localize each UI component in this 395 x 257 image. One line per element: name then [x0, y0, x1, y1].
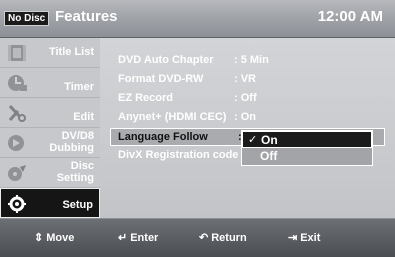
enter-icon: ↵ — [118, 232, 128, 244]
sidebar-item-disc-setting[interactable]: Disc Setting — [0, 158, 100, 188]
features-screen: No Disc Features 12:00 AM Title List Tim… — [0, 0, 395, 257]
header-bar: No Disc Features 12:00 AM — [0, 0, 395, 38]
sidebar-item-label-line1: DV/D8 — [61, 130, 94, 142]
setting-row-format-dvd-rw[interactable]: Format DVD-RW : VR — [100, 71, 395, 89]
setting-label: Language Follow — [118, 131, 208, 143]
setting-value: : VR — [234, 73, 256, 85]
dropdown-option-off[interactable]: Off — [242, 148, 372, 165]
sidebar-item-dubbing[interactable]: DV/D8 Dubbing — [0, 128, 100, 158]
check-icon: ✓ — [248, 134, 258, 146]
film-strip-icon — [8, 45, 26, 61]
exit-label: Exit — [300, 232, 321, 244]
enter-hint: ↵ Enter — [118, 231, 158, 244]
sidebar-item-title-list[interactable]: Title List — [0, 38, 100, 68]
sidebar-item-label: Setup — [62, 199, 93, 211]
clock-display: 12:00 AM — [317, 8, 383, 25]
setting-row-ez-record[interactable]: EZ Record : Off — [100, 90, 395, 108]
return-arrow-icon: ↶ — [199, 232, 209, 244]
sidebar-item-label-line2: Dubbing — [49, 142, 94, 154]
disc-icon — [8, 165, 26, 181]
sidebar-item-label-line1: Disc — [70, 160, 94, 172]
settings-list: DVD Auto Chapter : 5 Min Format DVD-RW :… — [100, 38, 395, 218]
exit-icon: ⇥ — [288, 232, 298, 244]
setting-label: Anynet+ (HDMI CEC) — [118, 111, 227, 123]
option-label: On — [261, 133, 278, 147]
setting-value: : On — [234, 111, 256, 123]
return-hint: ↶ Return — [199, 231, 247, 244]
sidebar-item-label: Timer — [64, 81, 94, 93]
sidebar-item-label-line2: Setting — [56, 172, 94, 184]
setting-label: DVD Auto Chapter — [118, 54, 214, 66]
dropdown-option-on[interactable]: ✓ On — [242, 131, 372, 148]
setting-row-anynet[interactable]: Anynet+ (HDMI CEC) : On — [100, 109, 395, 127]
gear-icon — [8, 195, 26, 213]
sidebar-item-label: Edit — [73, 111, 94, 123]
move-label: Move — [46, 232, 75, 244]
exit-hint: ⇥ Exit — [288, 231, 320, 244]
sidebar-item-timer[interactable]: Timer — [0, 68, 100, 98]
setting-value: : 5 Min — [234, 54, 269, 66]
sidebar: Title List Timer Edit DV/D8 Dubbing Disc… — [0, 38, 100, 218]
language-follow-dropdown[interactable]: ✓ On Off — [241, 130, 373, 166]
disc-status-badge: No Disc — [4, 11, 50, 26]
setting-row-dvd-auto-chapter[interactable]: DVD Auto Chapter : 5 Min — [100, 52, 395, 70]
setting-label: EZ Record — [118, 92, 174, 104]
sidebar-item-edit[interactable]: Edit — [0, 98, 100, 128]
return-label: Return — [211, 232, 247, 244]
page-title: Features — [55, 8, 118, 25]
enter-label: Enter — [130, 232, 159, 244]
main-panel: Title List Timer Edit DV/D8 Dubbing Disc… — [0, 38, 395, 218]
clock-icon — [8, 75, 27, 91]
footer-bar: ⇕ Move ↵ Enter ↶ Return ⇥ Exit — [0, 218, 395, 257]
setting-label: Format DVD-RW — [118, 73, 204, 85]
move-hint: ⇕ Move — [34, 231, 74, 244]
scissors-icon — [8, 104, 26, 122]
up-down-arrow-icon: ⇕ — [34, 232, 44, 244]
dubbing-icon — [8, 135, 24, 151]
setting-value: : Off — [234, 92, 257, 104]
option-label: Off — [260, 149, 278, 163]
sidebar-item-label: Title List — [48, 46, 94, 58]
sidebar-item-setup[interactable]: Setup — [0, 188, 100, 218]
setting-label: DivX Registration code — [118, 149, 239, 161]
